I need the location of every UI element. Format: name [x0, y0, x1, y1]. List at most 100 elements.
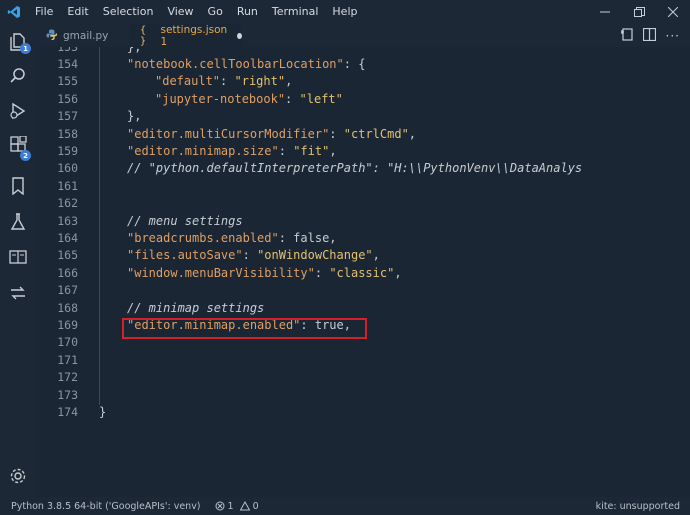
line-code: } [99, 404, 107, 419]
line-code: "window.menuBarVisibility": "classic", [127, 265, 402, 280]
line-code: // menu settings [127, 213, 243, 228]
tab-bar: gmail.py { } settings.json 1 ··· [36, 23, 690, 48]
minimize-icon[interactable] [588, 0, 622, 24]
line-number: 157 [57, 109, 78, 124]
line-number: 163 [57, 213, 78, 228]
restore-icon[interactable] [622, 0, 656, 24]
code-line[interactable]: 174} [36, 404, 690, 421]
remote-explorer-icon[interactable] [0, 278, 36, 308]
menu-go[interactable]: Go [201, 0, 230, 24]
code-line[interactable]: 164 "breadcrumbs.enabled": false, [36, 230, 690, 247]
settings-gear-icon[interactable] [0, 464, 36, 488]
run-debug-icon[interactable] [0, 96, 36, 126]
vscode-logo-icon [0, 0, 28, 24]
tab-label: gmail.py [63, 29, 109, 42]
problems-status[interactable]: 1 0 [215, 501, 259, 512]
code-line[interactable]: 173 [36, 387, 690, 404]
code-line[interactable]: 171 [36, 352, 690, 369]
json-braces-icon: { } [140, 24, 147, 47]
menu-edit[interactable]: Edit [60, 0, 95, 24]
line-number: 162 [57, 196, 78, 211]
window-controls [588, 0, 690, 24]
line-code: }, [127, 109, 142, 124]
tab-label: settings.json 1 [160, 23, 228, 48]
line-number: 172 [57, 370, 78, 385]
menu-file[interactable]: File [28, 0, 60, 24]
book-icon[interactable] [0, 242, 36, 272]
menu-help[interactable]: Help [325, 0, 364, 24]
line-number: 174 [57, 404, 78, 419]
explorer-icon[interactable] [0, 27, 36, 57]
line-number: 168 [57, 300, 78, 315]
error-count: 1 [227, 500, 234, 512]
line-number: 167 [57, 283, 78, 298]
highlight-box [122, 318, 367, 339]
line-code: }, [127, 47, 141, 56]
line-code: // "python.defaultInterpreterPath": "H:\… [127, 161, 583, 176]
line-number: 169 [57, 317, 78, 332]
code-line[interactable]: 172 [36, 369, 690, 386]
line-code: "notebook.cellToolbarLocation": { [127, 56, 366, 71]
code-line[interactable]: 168 // minimap settings [36, 300, 690, 317]
code-line[interactable]: 162 [36, 195, 690, 212]
line-code: "editor.multiCursorModifier": "ctrlCmd", [127, 126, 417, 141]
line-code: "files.autoSave": "onWindowChange", [127, 248, 380, 263]
kite-status[interactable]: kite: unsupported [596, 501, 680, 512]
tab-settings-json[interactable]: { } settings.json 1 [130, 23, 242, 48]
open-changes-icon[interactable] [620, 26, 633, 45]
line-code: "editor.minimap.size": "fit", [127, 143, 337, 158]
python-interpreter-status[interactable]: Python 3.8.5 64-bit ('GoogleAPIs': venv) [11, 501, 201, 512]
error-icon [215, 501, 225, 511]
warning-icon [239, 501, 250, 511]
editor-actions: ··· [620, 24, 680, 47]
line-code: "breadcrumbs.enabled": false, [127, 230, 337, 245]
line-number: 155 [57, 74, 78, 89]
status-bar: Python 3.8.5 64-bit ('GoogleAPIs': venv)… [0, 497, 690, 515]
line-code: // minimap settings [127, 300, 265, 315]
menu-terminal[interactable]: Terminal [265, 0, 326, 24]
line-number: 153 [36, 47, 78, 56]
line-number: 164 [57, 230, 78, 245]
menu-selection[interactable]: Selection [96, 0, 161, 24]
tab-gmail-py[interactable]: gmail.py [36, 24, 130, 47]
line-number: 158 [57, 126, 78, 141]
line-number: 154 [57, 56, 78, 71]
code-line[interactable]: 157}, [36, 108, 690, 125]
line-number: 170 [57, 335, 78, 350]
line-number: 165 [57, 248, 78, 263]
menu-run[interactable]: Run [230, 0, 265, 24]
line-code: "jupyter-notebook": "left" [155, 91, 343, 106]
code-line[interactable]: 167 [36, 282, 690, 299]
line-number: 171 [57, 352, 78, 367]
split-editor-icon[interactable] [642, 26, 656, 45]
explorer-badge: 1 [20, 43, 31, 54]
close-icon[interactable] [656, 0, 690, 24]
code-line[interactable]: 155 "default": "right", [36, 73, 690, 90]
python-file-icon [46, 29, 58, 43]
search-icon[interactable] [0, 61, 36, 91]
menu-view[interactable]: View [160, 0, 200, 24]
code-line[interactable]: 154 "notebook.cellToolbarLocation": { [36, 56, 690, 73]
testing-flask-icon[interactable] [0, 207, 36, 237]
title-bar: File Edit Selection View Go Run Terminal… [0, 0, 690, 24]
line-code: "default": "right", [155, 74, 293, 89]
code-line[interactable]: 156 "jupyter-notebook": "left" [36, 91, 690, 108]
code-line[interactable]: 159 "editor.minimap.size": "fit", [36, 143, 690, 160]
line-number: 160 [57, 161, 78, 176]
code-line[interactable]: 165 "files.autoSave": "onWindowChange", [36, 247, 690, 264]
extensions-badge: 2 [20, 150, 31, 161]
code-line[interactable]: 153}, [36, 47, 690, 56]
warning-count: 0 [252, 500, 259, 512]
code-line[interactable]: 166 "window.menuBarVisibility": "classic"… [36, 265, 690, 282]
more-actions-icon[interactable]: ··· [666, 29, 680, 43]
line-number: 159 [57, 143, 78, 158]
code-line[interactable]: 158 "editor.multiCursorModifier": "ctrlCm… [36, 126, 690, 143]
code-line[interactable]: 161 [36, 178, 690, 195]
bookmark-icon[interactable] [0, 171, 36, 201]
code-line[interactable]: 163 // menu settings [36, 213, 690, 230]
code-editor[interactable]: 153},154"notebook.cellToolbarLocation": … [36, 47, 690, 497]
code-line[interactable]: 160 // "python.defaultInterpreterPath": "… [36, 160, 690, 177]
line-number: 161 [57, 178, 78, 193]
activity-bar: 1 2 [0, 24, 36, 497]
unsaved-dot-icon[interactable] [237, 32, 242, 39]
